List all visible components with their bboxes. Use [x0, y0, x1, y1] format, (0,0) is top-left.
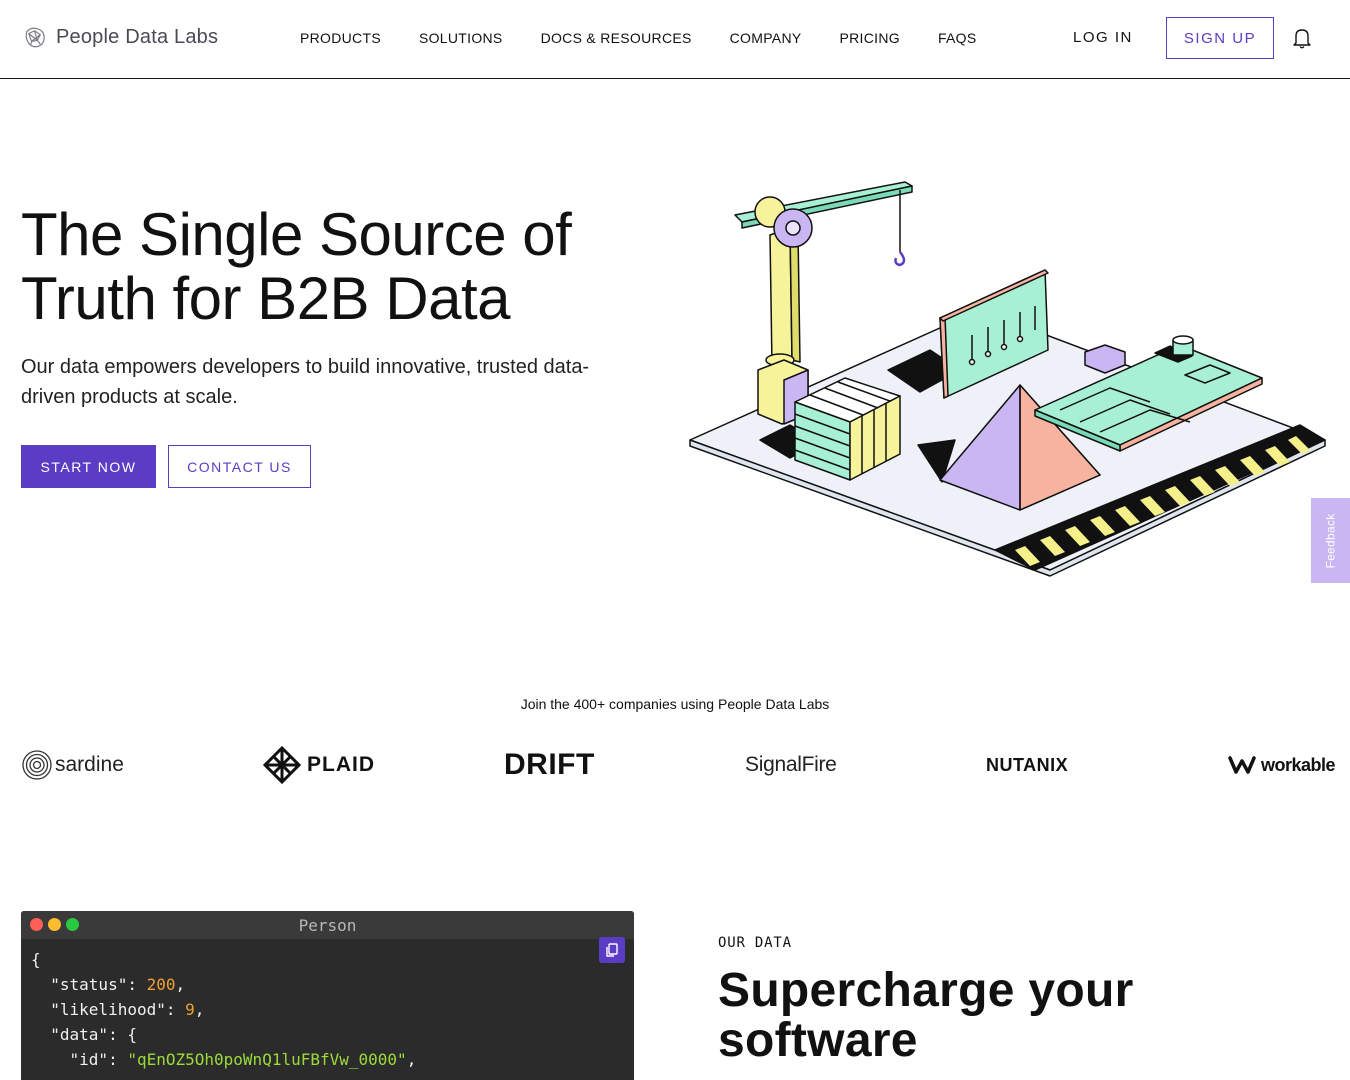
plaid-logo: PLAID: [263, 740, 375, 790]
feedback-tab[interactable]: Feedback: [1311, 498, 1350, 583]
code-line: {: [31, 950, 41, 969]
nav-pricing[interactable]: PRICING: [840, 30, 900, 46]
signalfire-wordmark: SignalFire: [745, 753, 837, 776]
feedback-label: Feedback: [1323, 512, 1338, 569]
hero-subtitle: Our data empowers developers to build in…: [21, 356, 590, 408]
nav-company[interactable]: COMPANY: [730, 30, 802, 46]
nav-links: PRODUCTS SOLUTIONS DOCS & RESOURCES COMP…: [300, 30, 1015, 46]
workable-wordmark: workable: [1261, 754, 1336, 775]
code-value: "qEnOZ5Oh0poWnQ1luFBfVw_0000": [127, 1050, 407, 1069]
code-key: "id": [69, 1050, 109, 1069]
brain-logo-icon: [25, 27, 45, 48]
bell-icon[interactable]: [1292, 27, 1312, 49]
hero-title-line2: Truth for B2B Data: [21, 265, 511, 332]
code-key: "likelihood": [50, 1000, 166, 1019]
plaid-mark-icon: [263, 746, 301, 784]
customers-heading: Join the 400+ companies using People Dat…: [520, 696, 830, 712]
code-window: Person { "status": 200, "likelihood": 9,…: [21, 911, 634, 1080]
drift-logo: DRIFT: [504, 740, 595, 790]
section-eyebrow: OUR DATA: [718, 935, 792, 951]
signalfire-logo: SignalFire: [745, 740, 837, 790]
nav-products[interactable]: PRODUCTS: [300, 30, 381, 46]
workable-mark-icon: [1228, 756, 1256, 774]
contact-us-button[interactable]: CONTACT US: [168, 445, 311, 488]
brand-logo[interactable]: People Data Labs: [21, 24, 218, 51]
customer-logos: sardine PLAID DRIFT SignalFire NUTANIX w…: [21, 740, 1336, 790]
code-key: "data": [50, 1025, 109, 1044]
code-value: 200: [146, 975, 176, 994]
code-value: 9: [185, 1000, 195, 1019]
code-line: "id": "qEnOZ5Oh0poWnQ1luFBfVw_0000",: [69, 1050, 417, 1069]
drift-wordmark: DRIFT: [504, 748, 595, 781]
sardine-logo: sardine: [21, 740, 124, 790]
construction-illustration: [689, 181, 1326, 577]
plaid-wordmark: PLAID: [307, 753, 375, 776]
code-body: { "status": 200, "likelihood": 9, "data"…: [31, 947, 416, 1072]
hero-title-line1: The Single Source of: [21, 201, 572, 268]
brand-name: People Data Labs: [56, 26, 219, 48]
code-title: Person: [298, 916, 357, 935]
start-now-button[interactable]: START NOW: [21, 445, 156, 488]
workable-logo: workable: [1227, 740, 1336, 790]
sardine-wordmark: sardine: [55, 753, 124, 776]
nav-docs-resources[interactable]: DOCS & RESOURCES: [541, 30, 692, 46]
copy-icon: [606, 943, 618, 957]
code-titlebar: Person: [21, 911, 634, 939]
nutanix-logo: NUTANIX: [986, 740, 1068, 790]
section-title: Supercharge your software: [718, 964, 1134, 1067]
top-navigation: People Data Labs PRODUCTS SOLUTIONS DOCS…: [0, 0, 1350, 79]
nutanix-wordmark: NUTANIX: [986, 754, 1069, 775]
signup-button[interactable]: SIGN UP: [1166, 17, 1274, 59]
code-line: "likelihood": 9,: [50, 1000, 205, 1019]
fingerprint-icon: [22, 750, 52, 780]
hero-title: The Single Source of Truth for B2B Data: [21, 203, 661, 331]
code-line: "status": 200,: [50, 975, 186, 994]
code-line: "data": {: [50, 1025, 137, 1044]
nav-solutions[interactable]: SOLUTIONS: [419, 30, 503, 46]
code-key: "status": [50, 975, 128, 994]
login-link[interactable]: LOG IN: [1073, 29, 1133, 46]
copy-button[interactable]: [599, 937, 625, 963]
nav-faqs[interactable]: FAQS: [938, 30, 977, 46]
code-value: {: [127, 1025, 137, 1044]
